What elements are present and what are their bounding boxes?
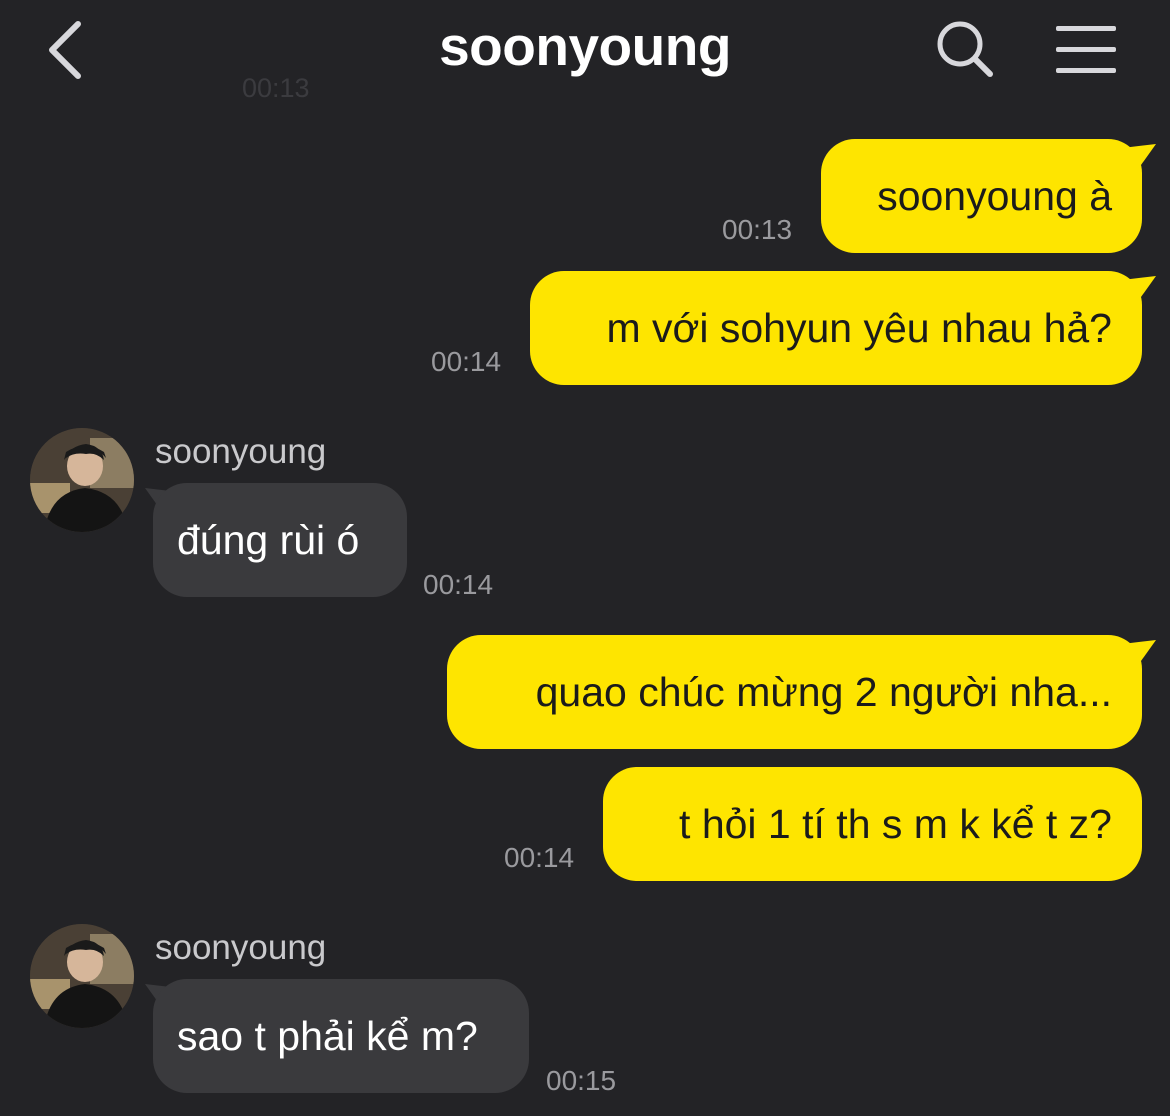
sender-name: soonyoung (155, 432, 327, 471)
chat-screen: 00:13 soonyoung 00:13 soonyoung à 00:14 … (0, 0, 1170, 1116)
outgoing-message-bubble[interactable]: t hỏi 1 tí th s m k kể t z? (603, 767, 1142, 881)
hamburger-menu-icon (1056, 26, 1116, 73)
message-timestamp: 00:13 (722, 214, 793, 245)
message-timestamp: 00:14 (431, 346, 502, 377)
incoming-message-bubble[interactable]: sao t phải kể m? (153, 979, 529, 1093)
message-timestamp: 00:14 (504, 842, 575, 873)
sender-name: soonyoung (155, 928, 327, 967)
search-icon (937, 21, 993, 77)
outgoing-message-bubble[interactable]: m với sohyun yêu nhau hả? (530, 271, 1142, 385)
incoming-message-bubble[interactable]: đúng rùi ó (153, 483, 407, 597)
outgoing-message-bubble[interactable]: soonyoung à (821, 139, 1142, 253)
message-timestamp: 00:14 (423, 569, 494, 600)
message-timestamp: 00:15 (546, 1065, 617, 1096)
menu-button[interactable] (1052, 20, 1120, 78)
avatar[interactable] (30, 428, 134, 532)
profile-photo (30, 428, 134, 532)
profile-photo (30, 924, 134, 1028)
search-button[interactable] (932, 16, 998, 82)
avatar[interactable] (30, 924, 134, 1028)
outgoing-message-bubble[interactable]: quao chúc mừng 2 người nha... (447, 635, 1142, 749)
